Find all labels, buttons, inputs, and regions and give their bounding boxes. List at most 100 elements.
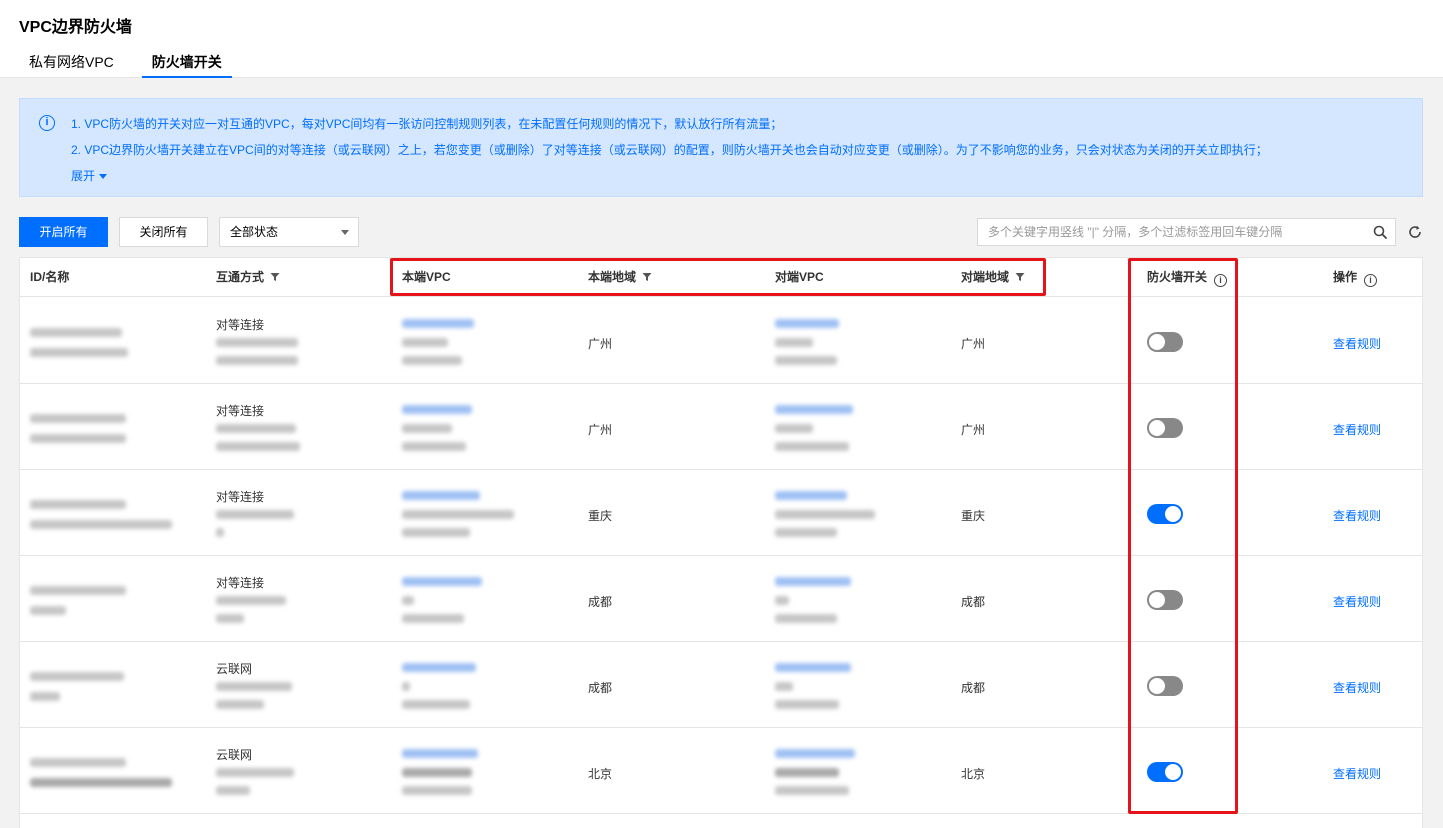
peer-region: 重庆 — [961, 509, 986, 523]
redacted-local-vpc-name — [402, 682, 410, 691]
view-rules-link[interactable]: 查看规则 — [1333, 765, 1381, 782]
redacted-local-vpc-id[interactable] — [402, 749, 478, 758]
redacted-connection-id — [216, 424, 296, 433]
local-region: 北京 — [588, 767, 613, 781]
notice-line-2: 2. VPC边界防火墙开关建立在VPC间的对等连接（或云联网）之上，若您变更（或… — [71, 143, 1268, 157]
local-region: 广州 — [588, 423, 613, 437]
peer-region: 成都 — [961, 595, 986, 609]
local-region: 广州 — [588, 337, 613, 351]
redacted-local-vpc-id[interactable] — [402, 491, 480, 500]
peer-region: 广州 — [961, 423, 986, 437]
redacted-name — [30, 692, 60, 701]
redacted-local-vpc-name — [402, 510, 514, 519]
redacted-peer-vpc-id[interactable] — [775, 749, 855, 758]
redacted-peer-cidr — [775, 442, 849, 451]
tab-firewall-switch[interactable]: 防火墙开关 — [141, 48, 232, 78]
redacted-local-cidr — [402, 356, 462, 365]
redacted-peer-vpc-id[interactable] — [775, 577, 851, 586]
redacted-id — [30, 586, 126, 595]
redacted-connection-name — [216, 700, 264, 709]
redacted-connection-id — [216, 768, 294, 777]
connect-type: 对等连接 — [216, 576, 265, 590]
col-label: 操作 — [1333, 270, 1358, 284]
redacted-peer-vpc-id[interactable] — [775, 663, 851, 672]
redacted-connection-id — [216, 510, 294, 519]
view-rules-link[interactable]: 查看规则 — [1333, 335, 1381, 352]
page-header: VPC边界防火墙 私有网络VPC 防火墙开关 — [0, 0, 1443, 78]
disable-all-button[interactable]: 关闭所有 — [119, 217, 208, 247]
info-circle-icon[interactable]: i — [1364, 274, 1378, 287]
redacted-local-vpc-name — [402, 424, 452, 433]
redacted-local-vpc-name — [402, 338, 448, 347]
redacted-id — [30, 328, 122, 337]
col-action: 操作 i — [1333, 258, 1378, 297]
connect-type: 云联网 — [216, 748, 253, 762]
col-id-name: ID/名称 — [30, 258, 69, 297]
redacted-peer-vpc-name — [775, 682, 793, 691]
redacted-id — [30, 672, 124, 681]
connect-type: 对等连接 — [216, 490, 265, 504]
caret-down-icon — [99, 174, 108, 180]
redacted-connection-id — [216, 338, 298, 347]
redacted-local-cidr — [402, 442, 466, 451]
local-region: 重庆 — [588, 509, 613, 523]
chevron-down-icon — [341, 230, 349, 235]
redacted-peer-vpc-id[interactable] — [775, 319, 839, 328]
redacted-local-vpc-id[interactable] — [402, 663, 476, 672]
notice-box: i 1. VPC防火墙的开关对应一对互通的VPC，每对VPC间均有一张访问控制规… — [19, 98, 1423, 197]
redacted-name — [30, 434, 126, 443]
redacted-name — [30, 606, 66, 615]
redacted-local-cidr — [402, 700, 470, 709]
redacted-local-cidr — [402, 614, 464, 623]
peer-region: 北京 — [961, 767, 986, 781]
connect-type: 对等连接 — [216, 404, 265, 418]
redacted-peer-cidr — [775, 700, 839, 709]
redacted-connection-name — [216, 442, 300, 451]
view-rules-link[interactable]: 查看规则 — [1333, 421, 1381, 438]
redacted-local-vpc-name — [402, 768, 472, 777]
view-rules-link[interactable]: 查看规则 — [1333, 593, 1381, 610]
search-icon[interactable] — [1373, 225, 1387, 239]
expand-link[interactable]: 展开 — [71, 167, 108, 184]
redacted-peer-vpc-name — [775, 424, 813, 433]
col-connect-type: 互通方式 — [216, 258, 280, 297]
view-rules-link[interactable]: 查看规则 — [1333, 679, 1381, 696]
redacted-connection-id — [216, 682, 292, 691]
status-filter-select[interactable]: 全部状态 — [219, 217, 359, 247]
tab-vpc[interactable]: 私有网络VPC — [19, 48, 124, 78]
redacted-local-cidr — [402, 528, 470, 537]
redacted-local-vpc-id[interactable] — [402, 405, 472, 414]
redacted-peer-vpc-id[interactable] — [775, 491, 847, 500]
info-icon: i — [39, 115, 55, 131]
local-region: 成都 — [588, 595, 613, 609]
redacted-peer-vpc-name — [775, 510, 875, 519]
peer-region: 成都 — [961, 681, 986, 695]
redacted-id — [30, 500, 126, 509]
view-rules-link[interactable]: 查看规则 — [1333, 507, 1381, 524]
refresh-icon[interactable] — [1407, 224, 1423, 240]
redacted-connection-name — [216, 614, 244, 623]
redacted-peer-cidr — [775, 356, 837, 365]
col-label: ID/名称 — [30, 270, 70, 284]
redacted-peer-cidr — [775, 614, 837, 623]
redacted-name — [30, 778, 172, 787]
local-region: 成都 — [588, 681, 613, 695]
redacted-peer-cidr — [775, 786, 849, 795]
peer-region: 广州 — [961, 337, 986, 351]
redacted-connection-name — [216, 528, 224, 537]
status-select-value: 全部状态 — [230, 225, 279, 239]
connect-type: 云联网 — [216, 662, 253, 676]
enable-all-button[interactable]: 开启所有 — [19, 217, 108, 247]
redacted-connection-id — [216, 596, 286, 605]
firewall-switch-column-highlight — [1128, 258, 1238, 814]
search-box — [977, 218, 1396, 246]
redacted-local-vpc-id[interactable] — [402, 577, 482, 586]
filter-icon[interactable] — [270, 272, 280, 282]
tab-bar: 私有网络VPC 防火墙开关 — [19, 48, 250, 78]
search-input[interactable] — [978, 219, 1366, 245]
expand-label: 展开 — [71, 169, 96, 183]
redacted-connection-name — [216, 356, 298, 365]
redacted-local-vpc-id[interactable] — [402, 319, 474, 328]
redacted-peer-vpc-name — [775, 338, 813, 347]
redacted-peer-vpc-id[interactable] — [775, 405, 853, 414]
